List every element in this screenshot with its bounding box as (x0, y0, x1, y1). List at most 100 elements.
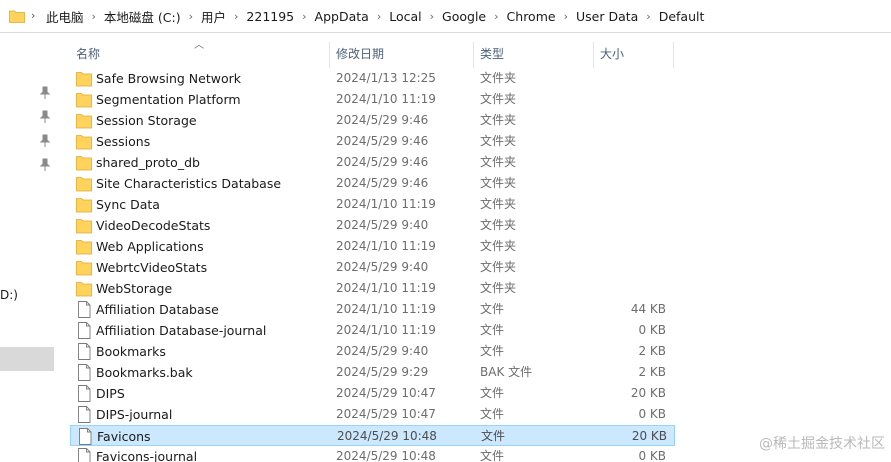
file-type: 文件夹 (480, 155, 517, 169)
breadcrumb-item[interactable]: 用户 (195, 7, 232, 26)
folder-icon (9, 10, 25, 23)
folder-icon (76, 133, 92, 150)
breadcrumb-item[interactable]: Google (436, 9, 492, 24)
file-size: 0 KB (638, 323, 666, 337)
pin-icon[interactable] (38, 158, 52, 172)
chevron-right-icon[interactable]: › (562, 10, 570, 23)
file-date: 2024/5/29 9:40 (336, 218, 429, 232)
file-row[interactable]: DIPS 2024/5/29 10:47 文件 20 KB (70, 383, 675, 404)
breadcrumb-item[interactable]: 此电脑 (40, 7, 90, 26)
address-bar[interactable]: › 此电脑 › 本地磁盘 (C:) › 用户 › 221195 › AppData › Local ›… (0, 0, 891, 33)
file-name: Affiliation Database (96, 302, 219, 317)
file-icon (76, 448, 92, 462)
breadcrumb-item[interactable]: Default (653, 9, 711, 24)
file-date: 2024/5/29 10:47 (336, 407, 436, 421)
navigation-pane: D:) (0, 34, 56, 462)
chevron-right-icon[interactable]: › (428, 10, 436, 23)
file-type: 文件夹 (480, 92, 517, 106)
watermark: @稀土掘金技术社区 (759, 436, 885, 452)
pin-icon[interactable] (38, 110, 52, 124)
breadcrumb-item[interactable]: User Data (570, 9, 644, 24)
file-type: 文件 (480, 407, 505, 421)
chevron-right-icon[interactable]: › (644, 10, 652, 23)
file-icon (76, 385, 92, 402)
file-row[interactable]: WebrtcVideoStats 2024/5/29 9:40 文件夹 (70, 257, 675, 278)
chevron-right-icon[interactable]: › (232, 10, 240, 23)
breadcrumb-item[interactable]: AppData (309, 9, 375, 24)
file-date: 2024/5/29 9:46 (336, 134, 429, 148)
column-type[interactable]: 类型 (474, 40, 594, 68)
file-icon (76, 406, 92, 423)
file-icon (76, 364, 92, 381)
file-type: 文件夹 (480, 71, 517, 85)
file-icon (77, 428, 93, 445)
file-row[interactable]: Favicons-journal 2024/5/29 10:48 文件 0 KB (70, 446, 675, 462)
file-size: 20 KB (630, 386, 666, 400)
file-date: 2024/5/29 9:40 (336, 344, 429, 358)
file-row[interactable]: Sessions 2024/5/29 9:46 文件夹 (70, 131, 675, 152)
pin-icon[interactable] (38, 134, 52, 148)
file-name: WebrtcVideoStats (96, 260, 208, 275)
column-name[interactable]: 名称 (70, 40, 330, 68)
file-name: VideoDecodeStats (96, 218, 211, 233)
file-row[interactable]: Affiliation Database 2024/1/10 11:19 文件 44 … (70, 299, 675, 320)
breadcrumb-item[interactable]: 本地磁盘 (C:) (98, 7, 187, 26)
file-name: Affiliation Database-journal (96, 323, 267, 338)
file-date: 2024/1/10 11:19 (336, 92, 436, 106)
pin-icon[interactable] (38, 86, 52, 100)
file-date: 2024/1/10 11:19 (336, 197, 436, 211)
folder-icon (76, 280, 92, 297)
file-type: 文件夹 (480, 239, 517, 253)
breadcrumb: 此电脑 › 本地磁盘 (C:) › 用户 › 221195 › AppData › Local › Go… (40, 0, 710, 33)
file-type: 文件夹 (480, 113, 517, 127)
file-type: 文件 (481, 429, 506, 443)
column-divider[interactable] (673, 42, 674, 68)
file-row-selected[interactable]: Favicons 2024/5/29 10:48 文件 20 KB (70, 425, 675, 446)
file-row[interactable]: Safe Browsing Network 2024/1/13 12:25 文件夹 (70, 68, 675, 89)
column-size[interactable]: 大小 (594, 40, 674, 68)
file-type: 文件 (480, 386, 505, 400)
file-size: 0 KB (638, 449, 666, 462)
breadcrumb-item[interactable]: Local (383, 9, 427, 24)
breadcrumb-item[interactable]: 221195 (240, 9, 300, 24)
file-row[interactable]: VideoDecodeStats 2024/5/29 9:40 文件夹 (70, 215, 675, 236)
chevron-right-icon[interactable]: › (187, 10, 195, 23)
file-row[interactable]: Segmentation Platform 2024/1/10 11:19 文件夹 (70, 89, 675, 110)
file-date: 2024/5/29 9:46 (336, 155, 429, 169)
file-list: Safe Browsing Network 2024/1/13 12:25 文件夹 S… (70, 68, 675, 462)
breadcrumb-item[interactable]: Chrome (501, 9, 562, 24)
file-row[interactable]: Site Characteristics Database 2024/5/29 9… (70, 173, 675, 194)
nav-item-drive-d[interactable]: D:) (0, 288, 18, 302)
file-row[interactable]: Web Applications 2024/1/10 11:19 文件夹 (70, 236, 675, 257)
folder-icon (76, 175, 92, 192)
chevron-right-icon[interactable]: › (90, 10, 98, 23)
file-row[interactable]: Session Storage 2024/5/29 9:46 文件夹 (70, 110, 675, 131)
column-date[interactable]: 修改日期 (330, 40, 474, 68)
file-date: 2024/1/13 12:25 (336, 71, 436, 85)
folder-icon (76, 91, 92, 108)
file-row[interactable]: Bookmarks 2024/5/29 9:40 文件 2 KB (70, 341, 675, 362)
file-type: 文件 (480, 344, 505, 358)
folder-icon (76, 154, 92, 171)
file-row[interactable]: Sync Data 2024/1/10 11:19 文件夹 (70, 194, 675, 215)
nav-item-selected[interactable] (0, 347, 54, 371)
file-row[interactable]: Bookmarks.bak 2024/5/29 9:29 BAK 文件 2 KB (70, 362, 675, 383)
file-name: Bookmarks (96, 344, 166, 359)
file-row[interactable]: DIPS-journal 2024/5/29 10:47 文件 0 KB (70, 404, 675, 425)
chevron-right-icon[interactable]: › (375, 10, 383, 23)
file-row[interactable]: Affiliation Database-journal 2024/1/10 11… (70, 320, 675, 341)
file-row[interactable]: WebStorage 2024/1/10 11:19 文件夹 (70, 278, 675, 299)
file-row[interactable]: shared_proto_db 2024/5/29 9:46 文件夹 (70, 152, 675, 173)
chevron-right-icon[interactable]: › (31, 9, 35, 22)
file-icon (76, 343, 92, 360)
file-name: Sync Data (96, 197, 160, 212)
chevron-right-icon[interactable]: › (300, 10, 308, 23)
file-type: 文件夹 (480, 218, 517, 232)
file-icon (76, 301, 92, 318)
file-date: 2024/1/10 11:19 (336, 302, 436, 316)
file-type: BAK 文件 (480, 365, 533, 379)
folder-icon (76, 238, 92, 255)
chevron-right-icon[interactable]: › (492, 10, 500, 23)
file-date: 2024/5/29 10:47 (336, 386, 436, 400)
file-date: 2024/1/10 11:19 (336, 323, 436, 337)
